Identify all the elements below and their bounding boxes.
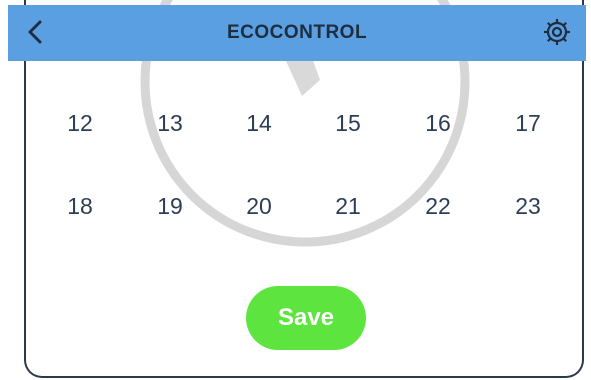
hour-16[interactable]: 16 xyxy=(408,107,468,139)
settings-button[interactable] xyxy=(542,17,572,47)
hour-21[interactable]: 21 xyxy=(318,190,378,222)
hour-12[interactable]: 12 xyxy=(50,107,110,139)
hour-14[interactable]: 14 xyxy=(229,107,289,139)
hour-13[interactable]: 13 xyxy=(140,107,200,139)
hour-23[interactable]: 23 xyxy=(498,190,558,222)
save-button[interactable]: Save xyxy=(246,286,366,350)
hour-18[interactable]: 18 xyxy=(50,190,110,222)
hour-17[interactable]: 17 xyxy=(498,107,558,139)
page-title: ECOCONTROL xyxy=(226,22,368,43)
hour-19[interactable]: 19 xyxy=(140,190,200,222)
hour-15[interactable]: 15 xyxy=(318,107,378,139)
hour-22[interactable]: 22 xyxy=(408,190,468,222)
app-header: ECOCONTROL xyxy=(8,5,586,61)
hour-20[interactable]: 20 xyxy=(229,190,289,222)
gear-icon xyxy=(544,19,570,45)
